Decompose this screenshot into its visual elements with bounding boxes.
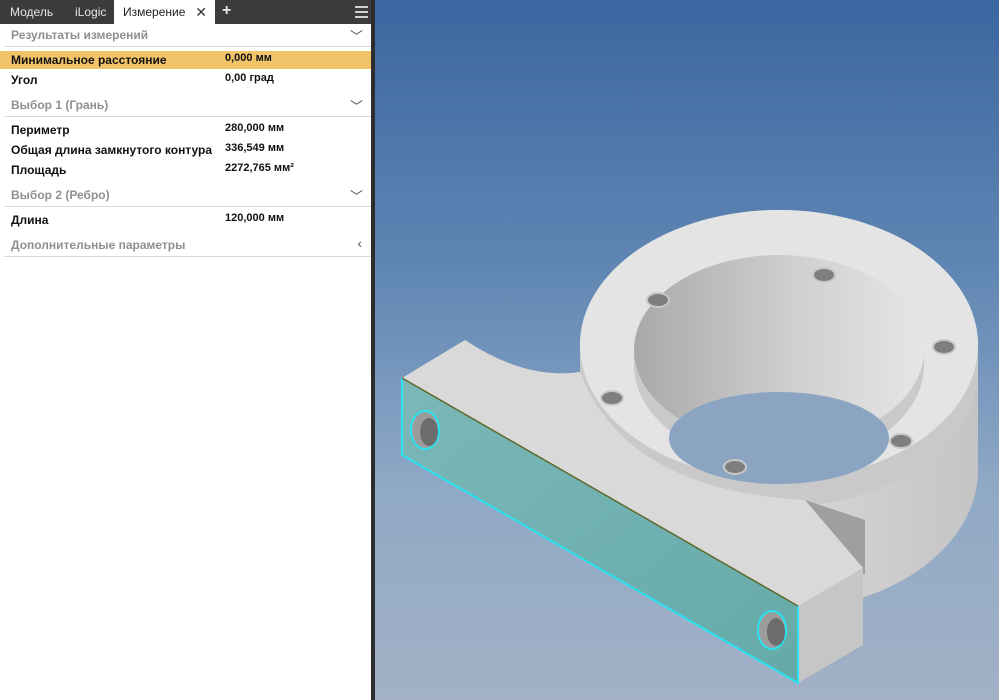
property-name: Длина xyxy=(11,213,49,227)
selection1-section-header[interactable]: Выбор 1 (Грань) ﹀ xyxy=(0,95,371,115)
selection2-row-length[interactable]: Длина 120,000 мм xyxy=(0,211,371,229)
property-value: 120,000 мм xyxy=(225,212,285,224)
results-section-header[interactable]: Результаты измерений ﹀ xyxy=(0,25,371,45)
graphics-viewport[interactable] xyxy=(375,0,999,700)
property-value: 2272,765 мм² xyxy=(225,162,294,174)
bolt-hole xyxy=(932,339,956,355)
property-name: Площадь xyxy=(11,163,67,177)
bolt-hole xyxy=(889,433,913,449)
selection1-row-loop-length[interactable]: Общая длина замкнутого контура 336,549 м… xyxy=(0,141,371,159)
selection1-row-area[interactable]: Площадь 2272,765 мм² xyxy=(0,161,371,179)
bolt-hole xyxy=(600,390,624,406)
chevron-down-icon[interactable]: ﹀ xyxy=(350,186,363,205)
add-tab-button[interactable]: + xyxy=(222,0,231,24)
divider xyxy=(4,206,371,207)
bolt-hole xyxy=(646,292,670,308)
chevron-down-icon[interactable]: ﹀ xyxy=(350,96,363,115)
close-icon[interactable]: ✕ xyxy=(195,0,207,25)
result-row-min-distance[interactable]: Минимальное расстояние 0,000 мм xyxy=(0,51,371,69)
property-value: 280,000 мм xyxy=(225,122,285,134)
chevron-left-icon[interactable]: ‹ xyxy=(357,235,362,251)
property-name: Общая длина замкнутого контура xyxy=(11,143,213,157)
selection1-section-title: Выбор 1 (Грань) xyxy=(11,98,109,112)
result-row-angle[interactable]: Угол 0,00 град xyxy=(0,71,371,89)
additional-section-header[interactable]: Дополнительные параметры ‹ xyxy=(0,235,371,255)
selection2-section-header[interactable]: Выбор 2 (Ребро) ﹀ xyxy=(0,185,371,205)
measure-panel: Модель iLogic Измерение ✕ + Результаты и… xyxy=(0,0,371,700)
tab-measure[interactable]: Измерение ✕ xyxy=(114,0,215,24)
result-name: Угол xyxy=(11,73,38,87)
property-value: 336,549 мм xyxy=(225,142,285,154)
bolt-hole xyxy=(812,267,836,283)
result-name: Минимальное расстояние xyxy=(11,53,167,67)
part-model[interactable] xyxy=(375,0,999,700)
divider xyxy=(4,46,371,47)
divider xyxy=(4,256,371,257)
bolt-hole xyxy=(723,459,747,475)
hamburger-menu-icon[interactable] xyxy=(355,6,368,18)
chevron-down-icon[interactable]: ﹀ xyxy=(350,26,363,45)
browser-tab-bar: Модель iLogic Измерение ✕ + xyxy=(0,0,371,24)
tab-ilogic[interactable]: iLogic xyxy=(75,0,106,24)
tab-measure-label: Измерение xyxy=(123,5,186,19)
tab-model[interactable]: Модель xyxy=(10,0,53,24)
additional-section-title: Дополнительные параметры xyxy=(11,238,186,252)
divider xyxy=(4,116,371,117)
results-section-title: Результаты измерений xyxy=(11,28,149,42)
result-value: 0,000 мм xyxy=(225,52,272,64)
selection1-row-perimeter[interactable]: Периметр 280,000 мм xyxy=(0,121,371,139)
property-name: Периметр xyxy=(11,123,70,137)
result-value: 0,00 град xyxy=(225,72,274,84)
selection2-section-title: Выбор 2 (Ребро) xyxy=(11,188,110,202)
